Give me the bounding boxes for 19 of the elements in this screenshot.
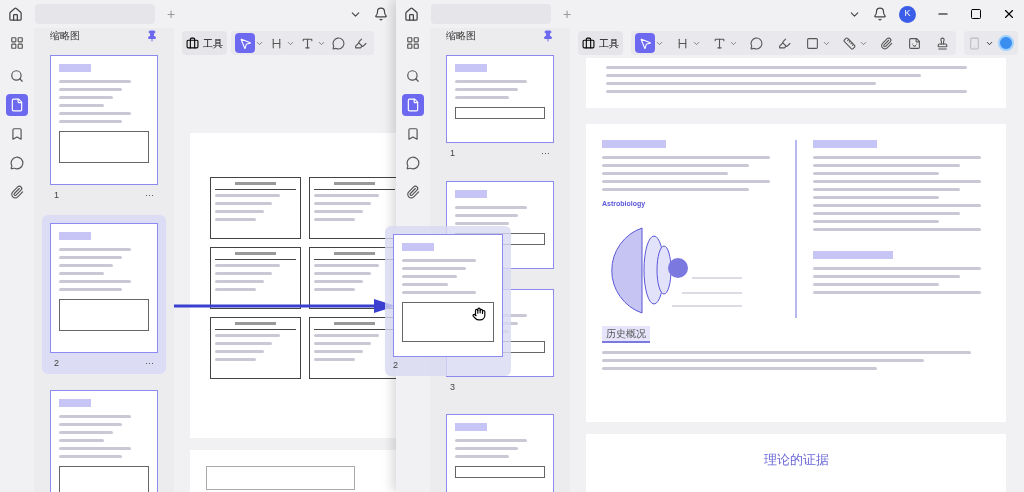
thumbnail-card[interactable]: 1 ··· <box>438 47 562 165</box>
more-button[interactable]: ··· <box>541 147 550 161</box>
tools-button[interactable]: 工具 <box>578 31 623 55</box>
drag-preview-tooltip[interactable]: 2 <box>385 226 511 376</box>
page-title: 理论的证据 <box>763 451 829 469</box>
tools-button[interactable]: 工具 <box>182 31 227 55</box>
panel-title: 缩略图 <box>50 29 80 43</box>
page-number: 2 <box>393 358 399 372</box>
page-number: 2 <box>54 356 59 370</box>
panel-title: 缩略图 <box>446 29 476 43</box>
page-number: 3 <box>450 380 455 394</box>
thumbnail-card[interactable]: 1 ··· <box>42 47 166 207</box>
thumbnail-card[interactable]: 2 ··· <box>42 214 166 374</box>
user-avatar[interactable]: K <box>899 5 916 23</box>
more-button[interactable]: ··· <box>145 356 154 370</box>
more-button[interactable]: ··· <box>145 189 154 203</box>
section-heading: 历史概况 <box>602 325 650 343</box>
page-number: 1 <box>54 189 59 202</box>
page-number: 1 <box>450 147 455 160</box>
